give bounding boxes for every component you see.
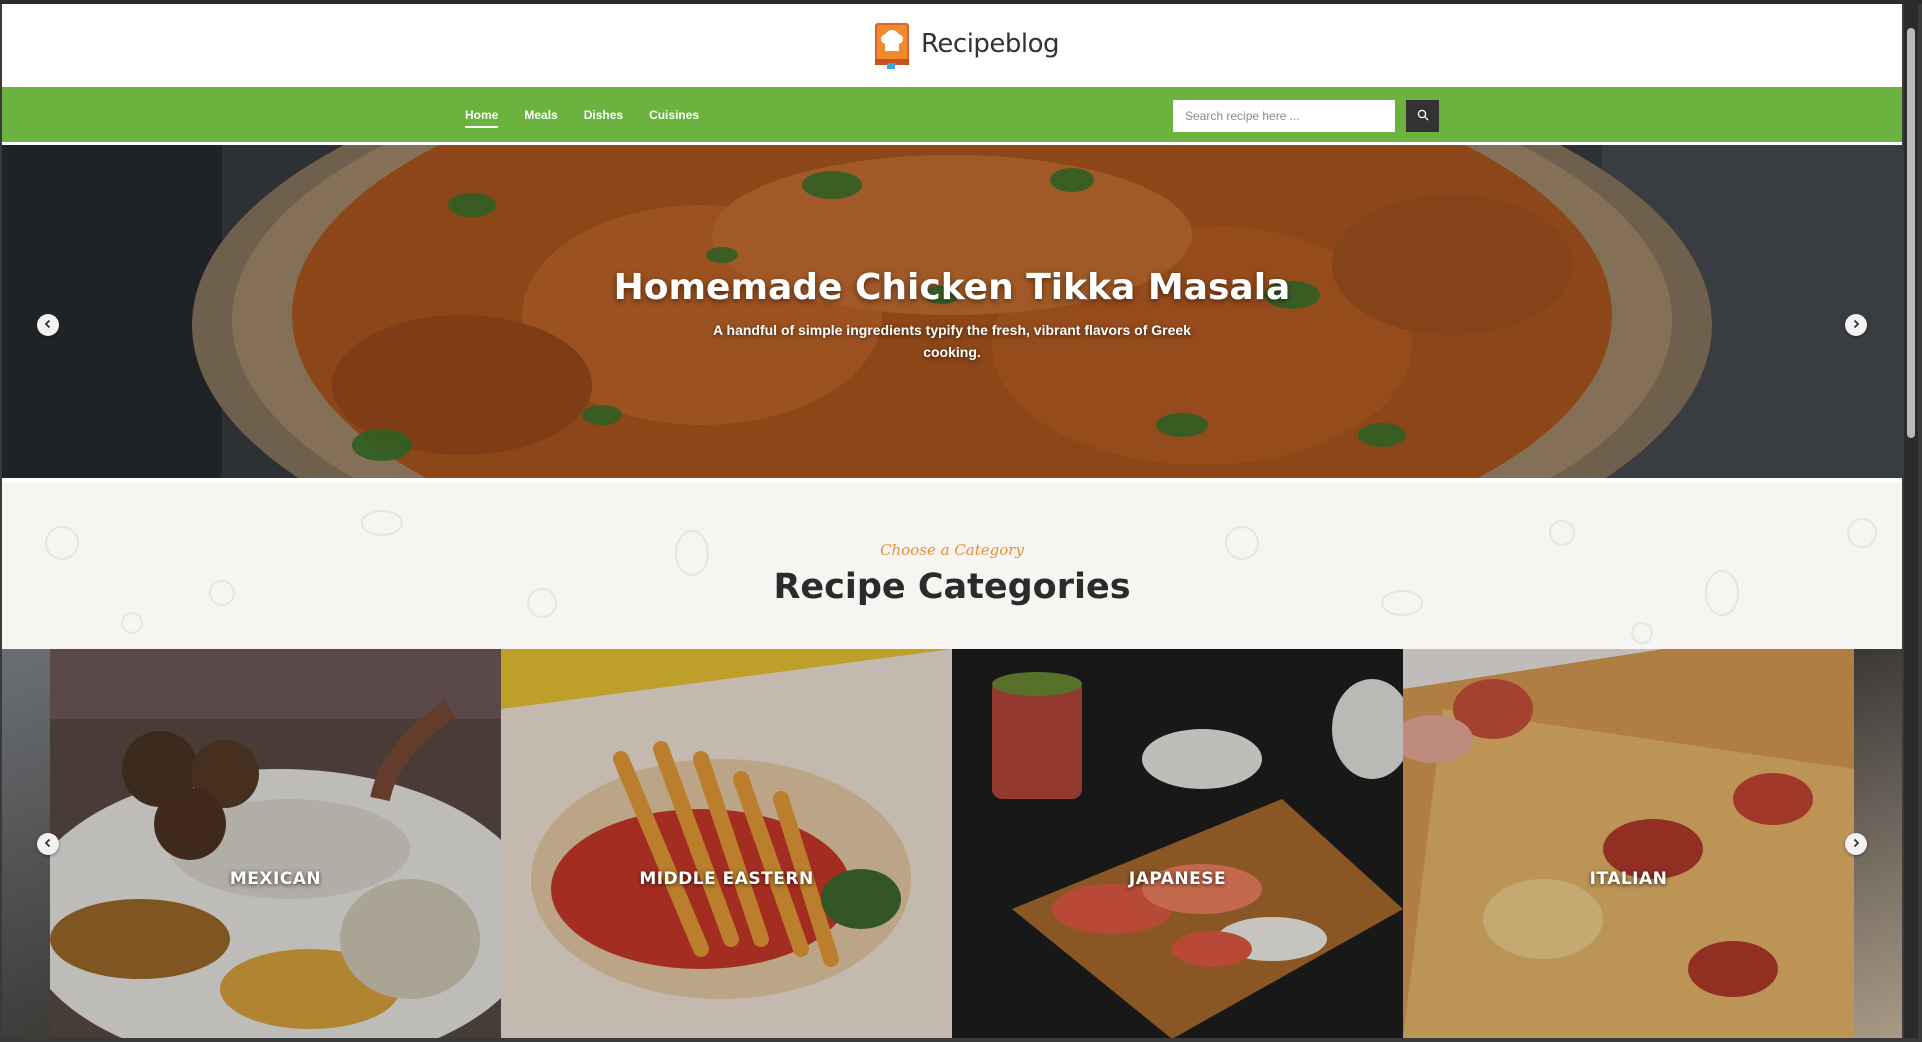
category-carousel: MEXICAN MIDDLE EASTERN JAPANESE ITALIAN	[2, 649, 1902, 1038]
nav-item-dishes[interactable]: Dishes	[584, 102, 623, 128]
page: Recipeblog Home Meals Dishes Cuisines Se…	[2, 4, 1902, 1038]
category-prev-button[interactable]	[37, 833, 59, 855]
hero-slider: Homemade Chicken Tikka Masala A handful …	[2, 145, 1902, 478]
main-nav: Home Meals Dishes Cuisines	[2, 87, 1902, 142]
hero-next-button[interactable]	[1845, 314, 1867, 336]
category-shade	[50, 649, 501, 1038]
category-label-middle-eastern: MIDDLE EASTERN	[639, 869, 814, 889]
search-input[interactable]	[1173, 100, 1395, 132]
chef-book-icon	[873, 19, 913, 69]
hero-title: Homemade Chicken Tikka Masala	[613, 267, 1291, 308]
logo-text-blog: blog	[1004, 29, 1060, 59]
category-card-japanese[interactable]: JAPANESE	[952, 649, 1403, 1038]
category-shade	[1403, 649, 1854, 1038]
site-header: Recipeblog	[2, 4, 1902, 87]
search-button[interactable]	[1406, 100, 1439, 132]
category-label-mexican: MEXICAN	[229, 869, 322, 889]
hero-subtitle: A handful of simple ingredients typify t…	[713, 322, 1191, 360]
page-scrollbar[interactable]	[1904, 4, 1918, 1038]
logo-text-recipe: Recipe	[921, 29, 1005, 59]
chevron-right-icon	[1851, 316, 1861, 334]
category-label-italian: ITALIAN	[1589, 869, 1668, 889]
site-logo[interactable]: Recipeblog	[873, 18, 1060, 70]
hero-prev-button[interactable]	[37, 314, 59, 336]
categories-eyebrow: Choose a Category	[880, 541, 1024, 559]
category-shade	[501, 649, 952, 1038]
chevron-left-icon	[43, 835, 53, 853]
categories-title: Recipe Categories	[773, 567, 1131, 607]
category-card-middle-eastern[interactable]: MIDDLE EASTERN	[501, 649, 952, 1038]
categories-header: Choose a Category Recipe Categories	[2, 483, 1902, 649]
logo-wordmark: Recipeblog	[921, 29, 1060, 59]
category-shade	[952, 649, 1403, 1038]
scrollbar-thumb[interactable]	[1907, 28, 1915, 438]
nav-links: Home Meals Dishes Cuisines	[465, 87, 699, 142]
nav-item-meals[interactable]: Meals	[524, 102, 557, 128]
nav-item-home[interactable]: Home	[465, 102, 499, 128]
chevron-right-icon	[1851, 835, 1861, 853]
category-label-japanese: JAPANESE	[1128, 869, 1227, 889]
category-card-mexican[interactable]: MEXICAN	[50, 649, 501, 1038]
category-card-italian[interactable]: ITALIAN	[1403, 649, 1854, 1038]
doodle-background	[45, 510, 1877, 644]
nav-item-cuisines[interactable]: Cuisines	[649, 102, 699, 128]
chevron-left-icon	[43, 316, 53, 334]
category-next-button[interactable]	[1845, 833, 1867, 855]
hero-image	[2, 145, 1902, 478]
search-icon	[1417, 109, 1429, 124]
